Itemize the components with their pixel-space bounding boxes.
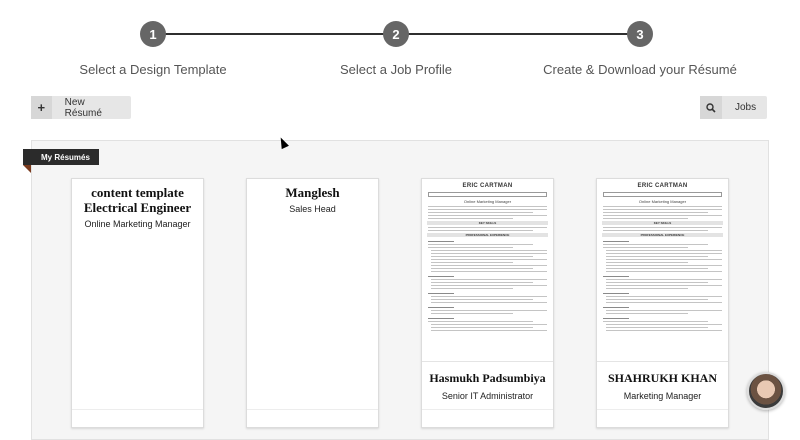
resume-card[interactable]: Manglesh Sales Head: [246, 178, 379, 428]
step-1-label[interactable]: Select a Design Template: [79, 62, 226, 77]
step-connector: [165, 33, 385, 35]
resume-role: Senior IT Administrator: [441, 391, 534, 401]
my-resumes-ribbon: My Résumés: [23, 149, 99, 165]
resume-name: content template Electrical Engineer: [83, 185, 192, 215]
plus-icon: +: [31, 96, 52, 119]
thumbnail-section-bar: KEY SKILLS: [427, 221, 548, 225]
resume-card[interactable]: ERIC CARTMAN Online Marketing Manager KE…: [596, 178, 729, 428]
search-icon: [700, 96, 722, 119]
step-1-circle[interactable]: 1: [140, 21, 166, 47]
card-divider: [597, 409, 728, 410]
progress-stepper: 1 2 3 Select a Design Template Select a …: [0, 0, 800, 90]
card-divider: [72, 409, 203, 410]
thumbnail-contact-bar: [428, 192, 547, 197]
resume-name: Manglesh: [285, 185, 340, 200]
step-connector: [408, 33, 628, 35]
ribbon-fold: [23, 165, 31, 173]
card-divider: [422, 409, 553, 410]
resume-thumbnail[interactable]: ERIC CARTMAN Online Marketing Manager KE…: [597, 179, 728, 362]
jobs-button[interactable]: Jobs: [700, 96, 767, 119]
step-3-circle[interactable]: 3: [627, 21, 653, 47]
new-resume-label: New Résumé: [64, 96, 102, 119]
step-2-label[interactable]: Select a Job Profile: [340, 62, 452, 77]
thumbnail-title: Online Marketing Manager: [638, 199, 687, 204]
step-3-label[interactable]: Create & Download your Résumé: [543, 62, 737, 77]
resume-card[interactable]: ERIC CARTMAN Online Marketing Manager KE…: [421, 178, 554, 428]
resume-card[interactable]: content template Electrical Engineer Onl…: [71, 178, 204, 428]
resume-role: Sales Head: [289, 204, 336, 214]
card-divider: [247, 409, 378, 410]
thumbnail-section-bar: KEY SKILLS: [602, 221, 723, 225]
resume-role: Marketing Manager: [623, 391, 702, 401]
chat-avatar[interactable]: [747, 372, 785, 410]
thumbnail-contact-bar: [603, 192, 722, 197]
step-2-circle[interactable]: 2: [383, 21, 409, 47]
thumbnail-section-bar: PROFESSIONAL EXPERIENCE: [427, 233, 548, 237]
jobs-label: Jobs: [735, 102, 757, 113]
resume-name: Hasmukh Padsumbiya: [429, 371, 546, 385]
thumbnail-section-bar: PROFESSIONAL EXPERIENCE: [602, 233, 723, 237]
resume-name: SHAHRUKH KHAN: [607, 371, 717, 385]
resume-thumbnail[interactable]: ERIC CARTMAN Online Marketing Manager KE…: [422, 179, 553, 362]
resume-role: Online Marketing Manager: [84, 219, 191, 229]
thumbnail-name: ERIC CARTMAN: [637, 183, 688, 189]
thumbnail-title: Online Marketing Manager: [463, 199, 512, 204]
thumbnail-name: ERIC CARTMAN: [462, 183, 513, 189]
new-resume-button[interactable]: + New Résumé: [31, 96, 131, 119]
